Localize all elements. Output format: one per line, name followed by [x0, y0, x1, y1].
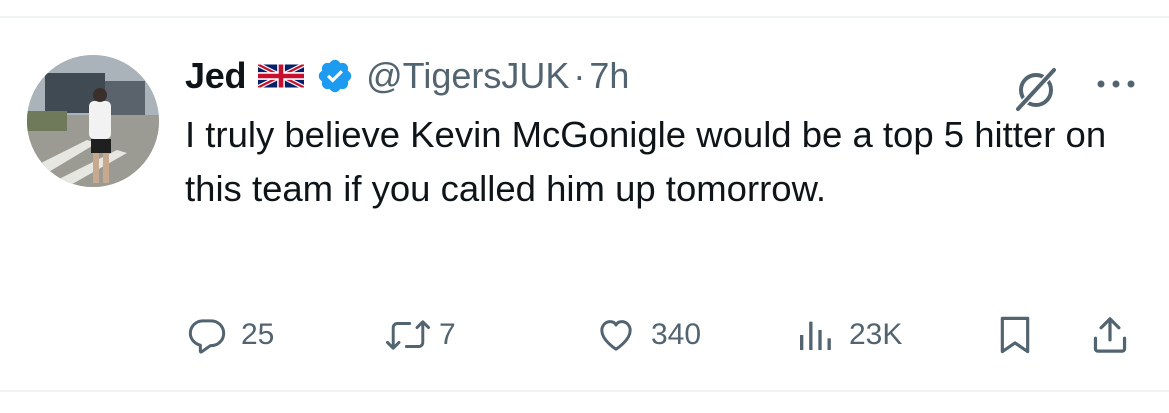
bookmark-button[interactable] [996, 310, 1034, 360]
views-count: 23K [849, 318, 903, 351]
reply-count: 25 [241, 318, 275, 351]
tweet-text: I truly believe Kevin McGonigle would be… [185, 114, 1107, 209]
verified-badge-icon[interactable] [316, 57, 354, 95]
reply-icon [188, 319, 226, 354]
grok-icon[interactable] [1014, 64, 1058, 112]
more-options-icon[interactable] [1094, 74, 1138, 94]
avatar[interactable] [27, 55, 159, 187]
share-button[interactable] [1090, 310, 1130, 360]
separator-dot: · [573, 55, 586, 96]
views-chart-icon [800, 321, 831, 350]
tweet-card[interactable]: Jed @TigersJUK · 7h I truly believe Kevi… [0, 16, 1169, 392]
uk-flag-icon [258, 61, 305, 91]
like-button[interactable]: 340 [595, 310, 701, 360]
tweet-timestamp[interactable]: 7h [589, 55, 629, 97]
reply-button[interactable]: 25 [187, 310, 274, 360]
retweet-button[interactable]: 7 [385, 310, 456, 360]
author-name[interactable]: Jed [185, 55, 246, 97]
bookmark-icon [1000, 316, 1030, 354]
retweet-count: 7 [439, 318, 456, 351]
tweet-header: Jed @TigersJUK · 7h [185, 52, 629, 100]
tweet-actions: 25 7 340 23K [0, 310, 1169, 360]
share-icon [1093, 317, 1127, 353]
heart-icon [600, 320, 632, 351]
views-button[interactable]: 23K [795, 310, 902, 360]
like-count: 340 [651, 318, 702, 351]
retweet-icon [385, 320, 431, 350]
author-handle[interactable]: @TigersJUK [366, 55, 569, 97]
